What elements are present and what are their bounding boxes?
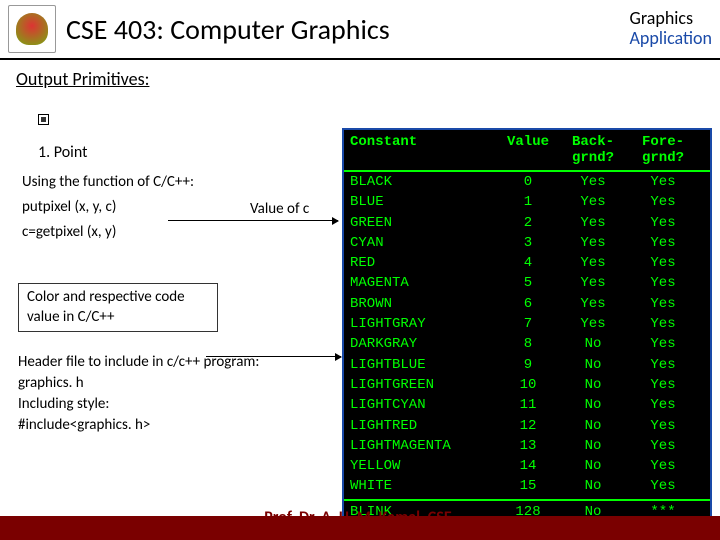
- table-row: DARKGRAY8NoYes: [344, 334, 710, 354]
- note-arrow-icon: [206, 356, 341, 357]
- table-row: LIGHTCYAN11NoYes: [344, 395, 710, 415]
- content-area: Output Primitives: 1. Point Using the fu…: [0, 60, 720, 490]
- bullet-row: [38, 114, 708, 125]
- table-row: LIGHTRED12NoYes: [344, 416, 710, 436]
- table-row: LIGHTGREEN10NoYes: [344, 375, 710, 395]
- logo: [8, 5, 56, 53]
- table-row: GREEN2YesYes: [344, 213, 710, 233]
- header-bar: CSE 403: Computer Graphics Graphics Appl…: [0, 0, 720, 60]
- page-title: CSE 403: Computer Graphics: [66, 12, 630, 47]
- table-body: BLACK0YesYesBLUE1YesYesGREEN2YesYesCYAN3…: [344, 172, 710, 497]
- footer-author: Prof. Dr. A. H. M. Kamal, CSE,: [264, 508, 456, 527]
- color-constants-table: Constant Value Back- grnd? Fore- grnd? B…: [342, 128, 712, 524]
- table-header: Constant Value Back- grnd? Fore- grnd?: [344, 130, 710, 172]
- table-row: BLACK0YesYes: [344, 172, 710, 192]
- table-row: CYAN3YesYes: [344, 233, 710, 253]
- table-row: BROWN6YesYes: [344, 294, 710, 314]
- value-of-c-label: Value of c: [250, 200, 309, 218]
- table-row: RED4YesYes: [344, 253, 710, 273]
- table-row: BLUE1YesYes: [344, 192, 710, 212]
- table-row: LIGHTMAGENTA13NoYes: [344, 436, 710, 456]
- corner-label: Graphics Application: [630, 9, 713, 49]
- section-heading: Output Primitives:: [16, 68, 708, 90]
- table-row: LIGHTBLUE9NoYes: [344, 355, 710, 375]
- color-note-box: Color and respective code value in C/C++: [18, 283, 218, 332]
- table-row: YELLOW14NoYes: [344, 456, 710, 476]
- table-row: MAGENTA5YesYes: [344, 273, 710, 293]
- arrow-to-table-icon: [168, 220, 338, 221]
- table-row: LIGHTGRAY7YesYes: [344, 314, 710, 334]
- square-bullet-icon: [38, 114, 49, 125]
- footer: Prof. Dr. A. H. M. Kamal, CSE,: [0, 494, 720, 540]
